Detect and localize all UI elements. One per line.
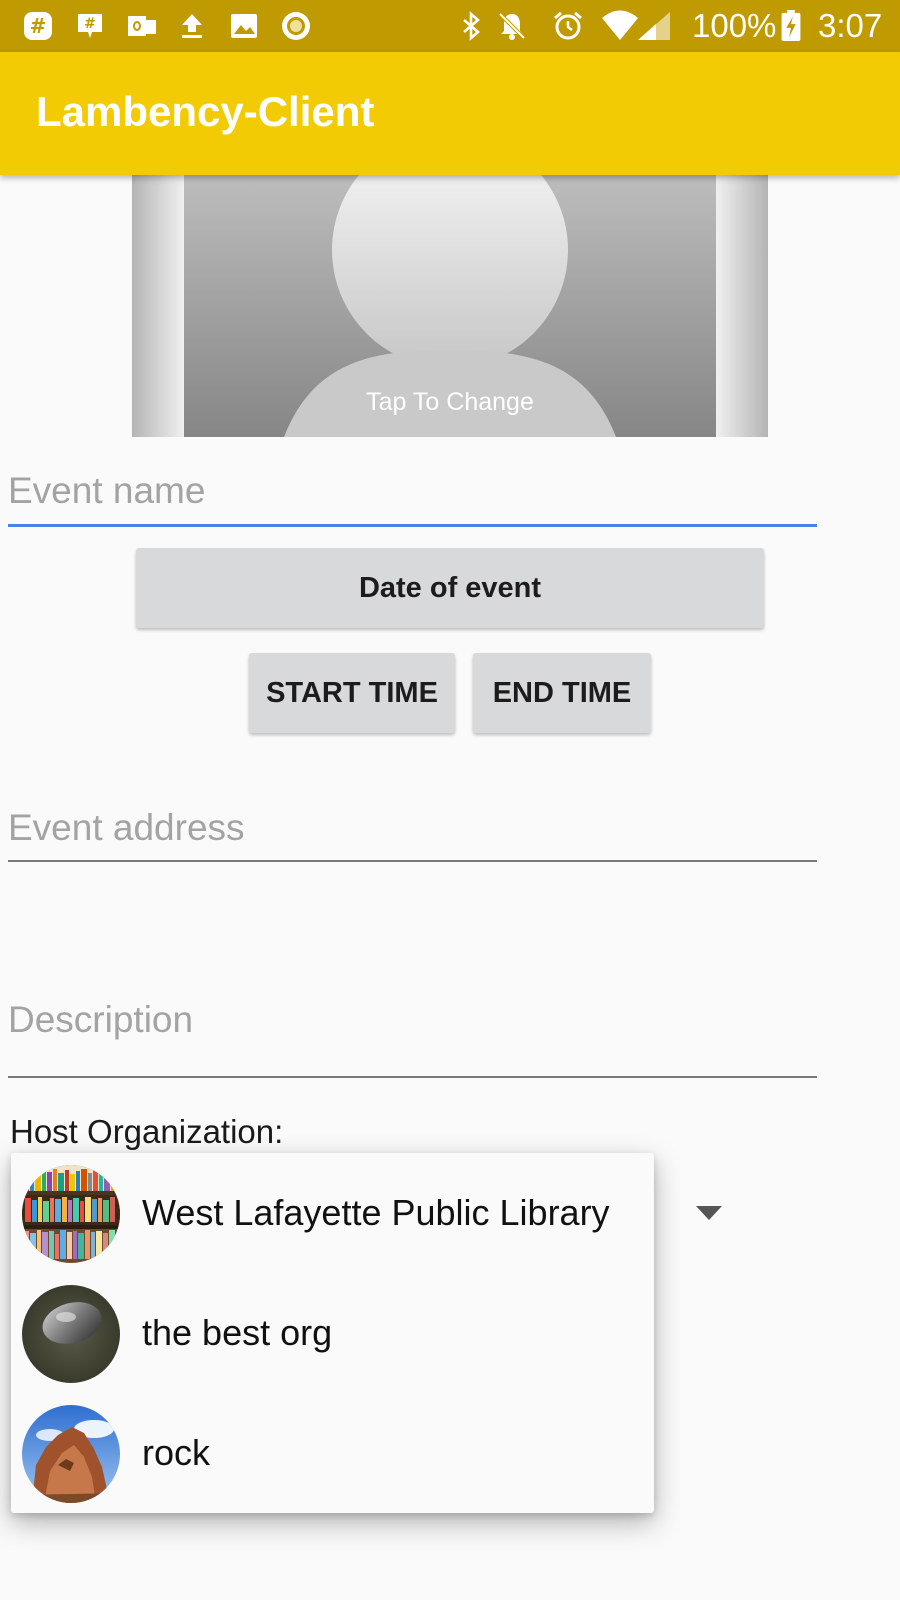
host-organization-label: Host Organization:: [10, 1113, 284, 1150]
slack-icon: #: [24, 12, 52, 40]
app-title: Lambency-Client: [36, 88, 375, 135]
bookshelf-avatar: [22, 1165, 120, 1263]
mouse-avatar: [22, 1285, 120, 1383]
alarm-icon: [554, 11, 582, 40]
mute-icon: [498, 12, 526, 40]
org-dropdown-menu: West Lafayette Public Library the best o…: [11, 1153, 654, 1513]
date-of-event-button[interactable]: Date of event: [136, 548, 764, 628]
wifi-icon: [602, 10, 638, 40]
org-option-label: West Lafayette Public Library: [142, 1192, 610, 1233]
clock: 3:07: [818, 7, 883, 44]
bluetooth-icon: [463, 11, 480, 41]
event-address-input[interactable]: [8, 796, 817, 862]
start-time-button[interactable]: START TIME: [249, 653, 455, 733]
end-time-button[interactable]: END TIME: [473, 653, 651, 733]
org-option-rock[interactable]: rock: [11, 1393, 654, 1513]
rock-avatar: [22, 1405, 120, 1503]
battery-percent: 100%: [692, 7, 777, 44]
image-icon: [231, 14, 257, 38]
svg-text:#: #: [84, 16, 96, 32]
org-option-west-lafayette-library[interactable]: West Lafayette Public Library: [11, 1153, 654, 1273]
battery-charging-icon: [781, 10, 801, 42]
record-icon: [282, 12, 310, 40]
chat-icon: #: [78, 14, 102, 38]
description-input[interactable]: [8, 950, 817, 1078]
org-option-label: the best org: [142, 1312, 333, 1353]
upload-icon: [182, 14, 202, 38]
status-bar: # # 100% 3:07: [0, 0, 900, 52]
signal-icon: [638, 12, 670, 40]
svg-text:#: #: [30, 14, 47, 38]
outlook-icon: [128, 16, 156, 36]
org-option-the-best-org[interactable]: the best org: [11, 1273, 654, 1393]
dropdown-arrow-icon[interactable]: [696, 1206, 722, 1220]
app-bar: Lambency-Client: [0, 52, 900, 175]
tap-to-change-label: Tap To Change: [366, 388, 534, 416]
org-option-label: rock: [142, 1432, 211, 1473]
event-name-input[interactable]: [8, 458, 817, 527]
event-image-picker[interactable]: Tap To Change: [132, 175, 768, 437]
